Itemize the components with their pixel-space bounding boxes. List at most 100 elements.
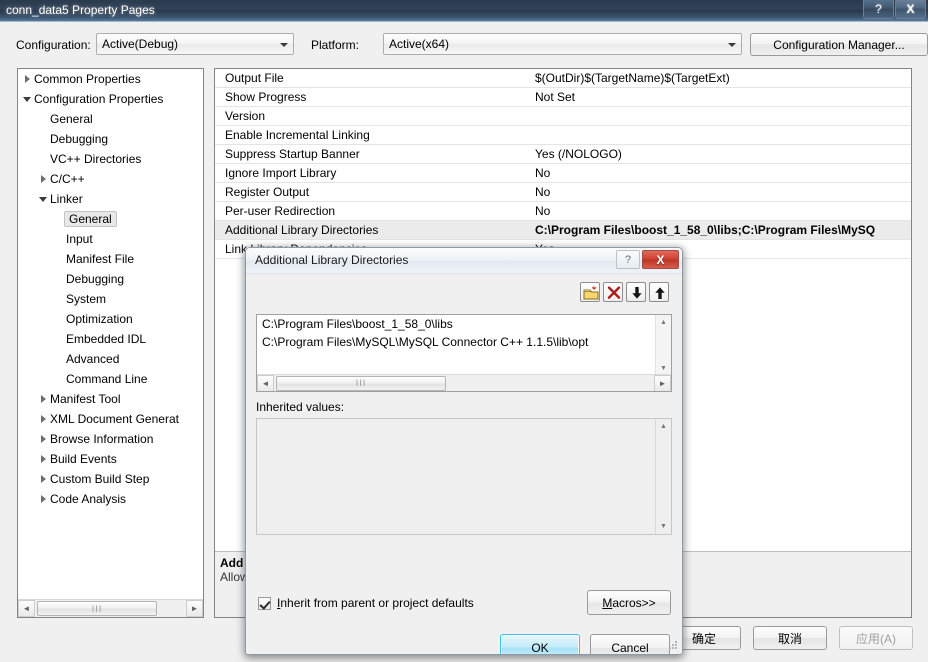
scroll-up-icon[interactable]: ▲ (656, 315, 671, 330)
tree-item-c-c[interactable]: C/C++ (18, 169, 203, 189)
tree-item-common-properties[interactable]: Common Properties (18, 69, 203, 89)
dialog-help-icon[interactable]: ? (616, 250, 640, 269)
inherit-checkbox[interactable] (258, 596, 271, 610)
inherited-vertical-scrollbar[interactable]: ▲ ▼ (655, 419, 671, 534)
tree-item-debugging[interactable]: Debugging (18, 129, 203, 149)
tree-item-embedded-idl[interactable]: Embedded IDL (18, 329, 203, 349)
tree-item-browse-information[interactable]: Browse Information (18, 429, 203, 449)
main-apply-button[interactable]: 应用(A) (839, 626, 913, 650)
configuration-label: Configuration: (16, 38, 91, 52)
scroll-left-icon[interactable]: ◄ (257, 374, 274, 391)
tree-collapsed-icon[interactable] (22, 69, 34, 89)
scroll-right-icon[interactable]: ► (186, 600, 203, 617)
scroll-thumb[interactable]: III (37, 601, 157, 616)
tree-collapsed-icon[interactable] (38, 169, 50, 189)
property-value[interactable]: No (531, 185, 911, 199)
tree-collapsed-icon[interactable] (38, 429, 50, 449)
tree-item-xml-document-generat[interactable]: XML Document Generat (18, 409, 203, 429)
scroll-right-icon[interactable]: ► (654, 374, 671, 391)
tree-item-vc-directories[interactable]: VC++ Directories (18, 149, 203, 169)
property-row[interactable]: Enable Incremental Linking (215, 126, 911, 145)
configuration-manager-button[interactable]: Configuration Manager... (750, 33, 928, 56)
tree-item-label: Optimization (66, 312, 133, 326)
tree-item-build-events[interactable]: Build Events (18, 449, 203, 469)
tree-expanded-icon[interactable] (22, 89, 34, 109)
tree-collapsed-icon[interactable] (38, 449, 50, 469)
tree-item-debugging[interactable]: Debugging (18, 269, 203, 289)
tree-item-optimization[interactable]: Optimization (18, 309, 203, 329)
property-value[interactable]: No (531, 204, 911, 218)
dialog-close-icon[interactable]: X (642, 250, 679, 269)
tree-item-input[interactable]: Input (18, 229, 203, 249)
macros-button[interactable]: Macros>> (587, 590, 671, 615)
arrow-down-icon[interactable] (626, 282, 646, 302)
property-name: Output File (225, 71, 284, 85)
library-directory-line[interactable]: C:\Program Files\boost_1_58_0\libs (257, 315, 671, 333)
tree-item-manifest-tool[interactable]: Manifest Tool (18, 389, 203, 409)
configuration-dropdown[interactable]: Active(Debug) (96, 33, 294, 55)
tree-horizontal-scrollbar[interactable]: ◄ III ► (18, 599, 203, 617)
tree-item-label: General (64, 211, 117, 227)
tree-item-custom-build-step[interactable]: Custom Build Step (18, 469, 203, 489)
new-folder-icon[interactable] (580, 282, 600, 302)
scroll-left-icon[interactable]: ◄ (18, 600, 35, 617)
delete-x-icon[interactable] (603, 282, 623, 302)
tree-collapsed-icon[interactable] (38, 409, 50, 429)
tree-collapsed-icon[interactable] (38, 389, 50, 409)
tree-collapsed-icon[interactable] (38, 469, 50, 489)
tree-collapsed-icon[interactable] (38, 489, 50, 509)
tree-item-label: Browse Information (50, 432, 154, 446)
library-directories-lines[interactable]: C:\Program Files\boost_1_58_0\libs C:\Pro… (257, 315, 671, 351)
property-row[interactable]: Ignore Import Library No (215, 164, 911, 183)
tree-item-manifest-file[interactable]: Manifest File (18, 249, 203, 269)
tree-item-advanced[interactable]: Advanced (18, 349, 203, 369)
tree-item-general[interactable]: General (18, 209, 203, 229)
property-value[interactable]: Yes (/NOLOGO) (531, 147, 911, 161)
main-cancel-button[interactable]: 取消 (753, 626, 827, 650)
properties-tree[interactable]: Common Properties Configuration Propertie… (18, 69, 203, 597)
scroll-thumb[interactable]: III (276, 375, 446, 391)
property-value[interactable]: C:\Program Files\boost_1_58_0\libs;C:\Pr… (531, 223, 911, 237)
property-grid: Output File $(OutDir)$(TargetName)$(Targe… (215, 69, 911, 259)
property-value[interactable]: Not Set (531, 90, 911, 104)
property-row[interactable]: Show Progress Not Set (215, 88, 911, 107)
arrow-up-icon[interactable] (649, 282, 669, 302)
tree-item-general[interactable]: General (18, 109, 203, 129)
property-row[interactable]: Additional Library Directories C:\Program… (215, 221, 911, 240)
platform-dropdown[interactable]: Active(x64) (383, 33, 742, 55)
tree-item-linker[interactable]: Linker (18, 189, 203, 209)
listbox-vertical-scrollbar[interactable]: ▲ ▼ (655, 315, 671, 376)
property-value[interactable]: $(OutDir)$(TargetName)$(TargetExt) (531, 71, 911, 85)
tree-item-system[interactable]: System (18, 289, 203, 309)
dialog-cancel-button[interactable]: Cancel (590, 634, 670, 654)
property-name: Register Output (225, 185, 310, 199)
help-button[interactable]: ? (863, 0, 894, 19)
scroll-down-icon[interactable]: ▼ (656, 519, 671, 534)
library-directories-listbox[interactable]: C:\Program Files\boost_1_58_0\libs C:\Pro… (256, 314, 672, 392)
property-value[interactable]: No (531, 166, 911, 180)
library-directory-line[interactable]: C:\Program Files\MySQL\MySQL Connector C… (257, 333, 671, 351)
scroll-up-icon[interactable]: ▲ (656, 419, 671, 434)
inherited-values-listbox[interactable]: ▲ ▼ (256, 418, 672, 535)
property-row[interactable]: Register Output No (215, 183, 911, 202)
listbox-horizontal-scrollbar[interactable]: ◄ III ► (257, 374, 671, 391)
tree-item-label: System (66, 292, 107, 306)
property-row[interactable]: Version (215, 107, 911, 126)
dialog-ok-button[interactable]: OK (500, 634, 580, 654)
tree-expanded-icon[interactable] (38, 189, 50, 209)
tree-item-command-line[interactable]: Command Line (18, 369, 203, 389)
tree-item-configuration-properties[interactable]: Configuration Properties (18, 89, 203, 109)
property-row[interactable]: Per-user Redirection No (215, 202, 911, 221)
resize-grip-icon[interactable] (667, 639, 679, 651)
tree-item-code-analysis[interactable]: Code Analysis (18, 489, 203, 509)
close-button[interactable]: X (895, 0, 926, 19)
property-row[interactable]: Output File $(OutDir)$(TargetName)$(Targe… (215, 69, 911, 88)
property-row[interactable]: Suppress Startup Banner Yes (/NOLOGO) (215, 145, 911, 164)
tree-item-label: Debugging (50, 132, 109, 146)
